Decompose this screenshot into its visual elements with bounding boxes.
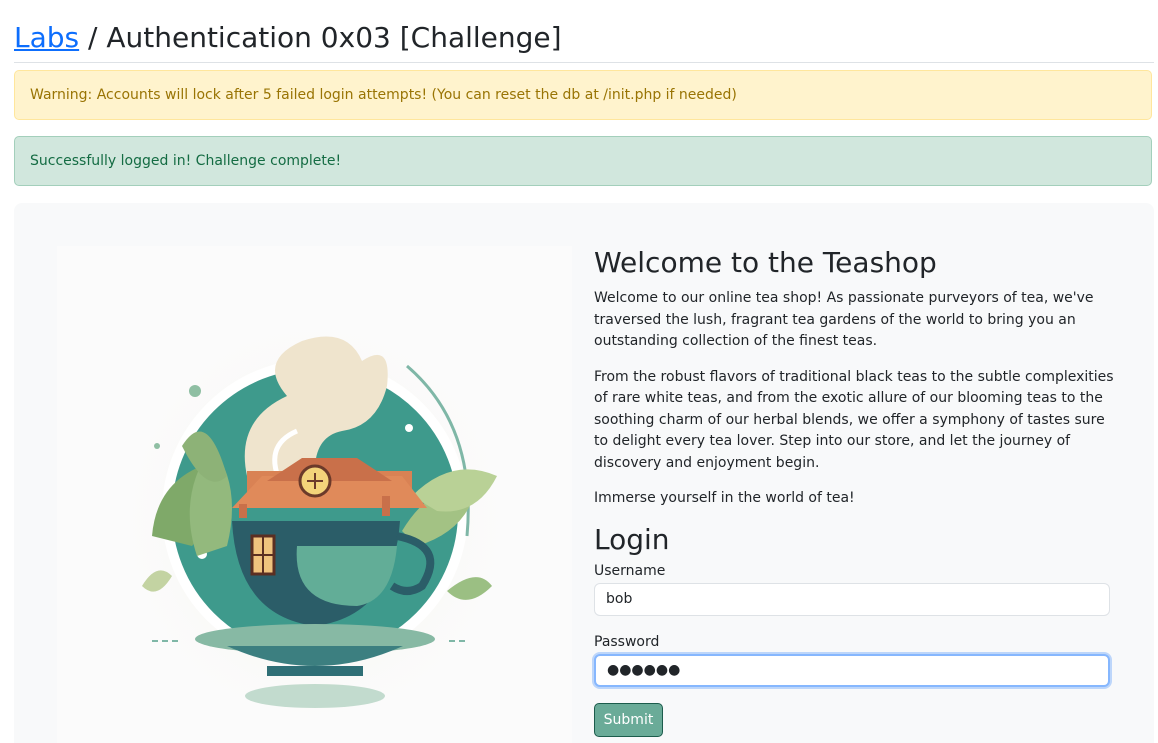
page: Labs / Authentication 0x03 [Challenge] W… — [0, 0, 1158, 743]
username-label: Username — [594, 562, 666, 579]
welcome-heading: Welcome to the Teashop — [594, 246, 937, 279]
breadcrumb-link-labs[interactable]: Labs — [14, 21, 79, 54]
password-label: Password — [594, 633, 660, 650]
login-heading: Login — [594, 522, 670, 556]
username-field[interactable] — [594, 582, 1110, 616]
success-alert: Successfully logged in! Challenge comple… — [14, 136, 1152, 186]
intro-paragraph: Welcome to our online tea shop! As passi… — [594, 290, 1094, 349]
username-group: Username — [594, 563, 1114, 616]
teashop-image — [57, 246, 572, 743]
success-alert-text: Successfully logged in! Challenge comple… — [30, 153, 342, 169]
description-paragraph: From the robust flavors of traditional b… — [594, 368, 1114, 471]
breadcrumb-separator: / — [79, 21, 107, 54]
warning-alert-text: Warning: Accounts will lock after 5 fail… — [30, 87, 737, 103]
breadcrumb: Labs / Authentication 0x03 [Challenge] — [14, 18, 1154, 58]
submit-button[interactable]: Submit — [594, 702, 663, 737]
password-field[interactable] — [594, 653, 1110, 687]
teashop-content: Welcome to the Teashop Welcome to our on… — [594, 245, 1114, 737]
teacup-house-illustration-icon — [115, 304, 515, 724]
password-group: Password — [594, 634, 1114, 687]
page-title: Authentication 0x03 [Challenge] — [106, 21, 562, 54]
teashop-panel: Welcome to the Teashop Welcome to our on… — [14, 203, 1154, 743]
tagline-paragraph: Immerse yourself in the world of tea! — [594, 490, 855, 506]
warning-alert: Warning: Accounts will lock after 5 fail… — [14, 70, 1152, 120]
header: Labs / Authentication 0x03 [Challenge] — [14, 18, 1154, 63]
